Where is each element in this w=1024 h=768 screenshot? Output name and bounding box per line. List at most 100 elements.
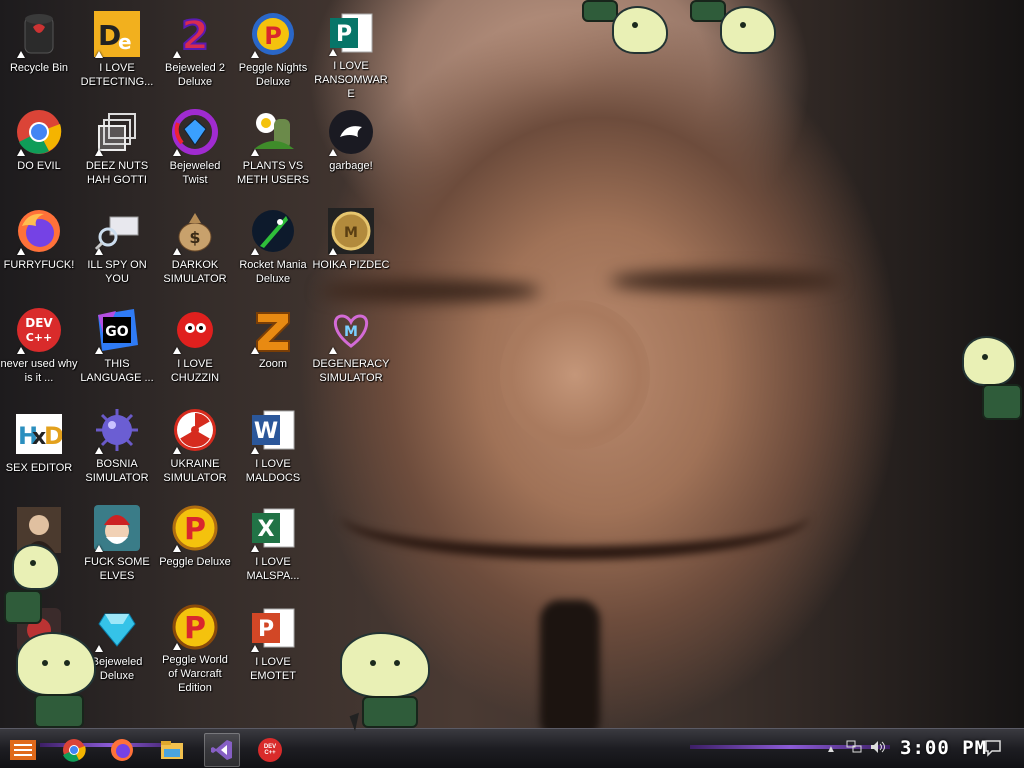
peridot-sticker-left-small xyxy=(0,540,70,630)
wallpaper-face-goatee xyxy=(540,600,600,730)
icon-label: PLANTS VS METH USERS xyxy=(236,160,310,186)
desktop-icon-detecting[interactable]: De I LOVE DETECTING... xyxy=(78,4,156,96)
desktop-icon-peggle-nights[interactable]: P Peggle Nights Deluxe xyxy=(234,4,312,96)
desktop-icon-chuzzin[interactable]: I LOVE CHUZZIN xyxy=(156,300,234,392)
desktop-icon-ransomware[interactable]: P I LOVE RANSOMWARE xyxy=(312,4,390,100)
icon-label: ILL SPY ON YOU xyxy=(87,259,147,285)
icon-label: HOIKA PIZDEC xyxy=(312,259,390,271)
desktop-icon-bejeweled-2[interactable]: 2 Bejeweled 2 Deluxe xyxy=(156,4,234,96)
zuma-icon xyxy=(249,306,297,354)
peridot-sticker-bottom-left xyxy=(16,632,106,728)
desktop-icon-plants-vs[interactable]: PLANTS VS METH USERS xyxy=(234,102,312,194)
desktop-icon-spy[interactable]: ILL SPY ON YOU xyxy=(78,201,156,293)
icon-label: Peggle Deluxe xyxy=(159,556,231,568)
icon-label: Recycle Bin xyxy=(9,62,69,74)
svg-text:C++: C++ xyxy=(26,331,53,344)
publisher-icon: P xyxy=(327,10,375,56)
desktop-icon-hoika[interactable]: M HOIKA PIZDEC xyxy=(312,201,390,293)
bejeweled-twist-icon xyxy=(171,108,219,156)
peridot-sticker-right xyxy=(960,336,1024,426)
icon-label: Bejeweled 2 Deluxe xyxy=(165,62,225,88)
icon-label: DEEZ NUTS HAH GOTTI xyxy=(85,160,149,186)
desktop-icon-rocket-mania[interactable]: Rocket Mania Deluxe xyxy=(234,201,312,293)
taskbar-firefox-button[interactable] xyxy=(104,733,140,767)
icon-label: FUCK SOME ELVES xyxy=(84,556,150,582)
taskbar: DEV C++ ▲ 3:00 PM xyxy=(0,728,1024,768)
chevron-up-icon[interactable]: ▲ xyxy=(826,744,836,755)
icon-label: I LOVE DETECTING... xyxy=(80,62,154,88)
desktop-icon-emotet[interactable]: P I LOVE EMOTET xyxy=(234,598,312,690)
svg-text:W: W xyxy=(254,419,278,444)
desktop-icon-never-used[interactable]: DEV C++ never used why is it ... xyxy=(0,300,78,392)
taskbar-file-explorer-button[interactable] xyxy=(154,733,190,767)
peggle-icon: P xyxy=(171,504,219,552)
desktop-icon-maldocs[interactable]: W I LOVE MALDOCS xyxy=(234,400,312,492)
desktop-icon-zoom[interactable]: Zoom xyxy=(234,300,312,392)
icon-label: never used why is it ... xyxy=(0,358,78,384)
svg-text:P: P xyxy=(184,512,206,547)
icon-label: THIS LANGUAGE ... xyxy=(80,358,154,384)
desktop-icon-peggle-wow[interactable]: P Peggle World of Warcraft Edition xyxy=(156,598,234,694)
chuzzle-icon xyxy=(171,306,219,354)
money-bag-icon: $ xyxy=(171,207,219,255)
taskbar-dev-cpp-button[interactable]: DEV C++ xyxy=(252,733,288,767)
desktop-icon-peggle-deluxe[interactable]: P Peggle Deluxe xyxy=(156,498,234,590)
svg-text:$: $ xyxy=(189,228,200,247)
visual-studio-taskbar-icon xyxy=(211,740,232,760)
icon-label: Rocket Mania Deluxe xyxy=(239,259,307,285)
taskbar-visual-studio-button[interactable] xyxy=(204,733,240,767)
taskbar-chrome-button[interactable] xyxy=(56,733,92,767)
svg-text:P: P xyxy=(258,617,274,642)
wallpaper-face-nose xyxy=(500,300,650,450)
icon-label: I LOVE RANSOMWARE xyxy=(314,60,388,100)
rocket-mania-icon xyxy=(249,207,297,255)
hxd-icon: HxD xyxy=(15,410,63,458)
icon-label: FURRYFUCK! xyxy=(3,259,75,271)
desktop-icon-degeneracy[interactable]: M DEGENERACY SIMULATOR xyxy=(312,300,390,392)
file-explorer-taskbar-icon xyxy=(161,741,183,759)
svg-text:e: e xyxy=(118,30,132,54)
desktop-icon-bosnia-simulator[interactable]: BOSNIA SIMULATOR xyxy=(78,400,156,492)
hoi-medal-icon: M xyxy=(327,207,375,255)
copy-windows-icon xyxy=(93,108,141,156)
icon-label: I LOVE MALDOCS xyxy=(245,458,301,484)
svg-text:M: M xyxy=(344,225,358,241)
network-monitor-icon xyxy=(93,207,141,255)
network-icon[interactable] xyxy=(846,740,862,759)
firefox-icon xyxy=(15,207,63,255)
taskbar-clock[interactable]: 3:00 PM xyxy=(900,737,987,759)
wallpaper-face-mustache xyxy=(340,470,810,560)
desktop-icon-bejeweled-twist[interactable]: Bejeweled Twist xyxy=(156,102,234,194)
desktop-icon-garbage[interactable]: garbage! xyxy=(312,102,390,194)
chrome-taskbar-icon xyxy=(63,739,86,762)
mine-icon xyxy=(93,406,141,454)
icon-label: DEGENERACY SIMULATOR xyxy=(312,358,390,384)
dev-cpp-taskbar-label: DEV C++ xyxy=(263,744,277,756)
icon-label: DARKOK SIMULATOR xyxy=(163,259,227,285)
desktop-icon-ukraine-simulator[interactable]: UKRAINE SIMULATOR xyxy=(156,400,234,492)
svg-text:P: P xyxy=(184,611,206,646)
icon-label: Peggle World of Warcraft Edition xyxy=(162,654,228,694)
desktop-icon-darkok[interactable]: $ DARKOK SIMULATOR xyxy=(156,201,234,293)
icon-label: DO EVIL xyxy=(17,160,61,172)
desktop-icon-this-language[interactable]: GO THIS LANGUAGE ... xyxy=(78,300,156,392)
svg-text:DEV: DEV xyxy=(25,316,53,330)
desktop-icon-recycle-bin[interactable]: Recycle Bin xyxy=(0,4,78,96)
peggle-nights-icon: P xyxy=(249,10,297,58)
volume-icon[interactable] xyxy=(870,740,886,759)
start-button[interactable] xyxy=(6,737,40,763)
svg-text:D: D xyxy=(44,422,62,450)
desktop-icon-malspam[interactable]: X I LOVE MALSPA... xyxy=(234,498,312,590)
action-center-icon[interactable] xyxy=(984,739,1002,762)
desktop-icon-elves[interactable]: FUCK SOME ELVES xyxy=(78,498,156,590)
svg-text:P: P xyxy=(264,22,282,50)
icon-label: UKRAINE SIMULATOR xyxy=(163,458,227,484)
desktop-icon-sex-editor[interactable]: HxD SEX EDITOR xyxy=(0,404,78,496)
chrome-icon xyxy=(15,108,63,156)
desktop-icon-deez-nuts[interactable]: DEEZ NUTS HAH GOTTI xyxy=(78,102,156,194)
goland-icon: GO xyxy=(93,306,141,354)
desktop-icon-furryfuck[interactable]: FURRYFUCK! xyxy=(0,201,78,293)
icon-label: Peggle Nights Deluxe xyxy=(238,62,308,88)
detect-it-easy-icon: De xyxy=(93,10,141,58)
desktop-icon-do-evil[interactable]: DO EVIL xyxy=(0,102,78,194)
